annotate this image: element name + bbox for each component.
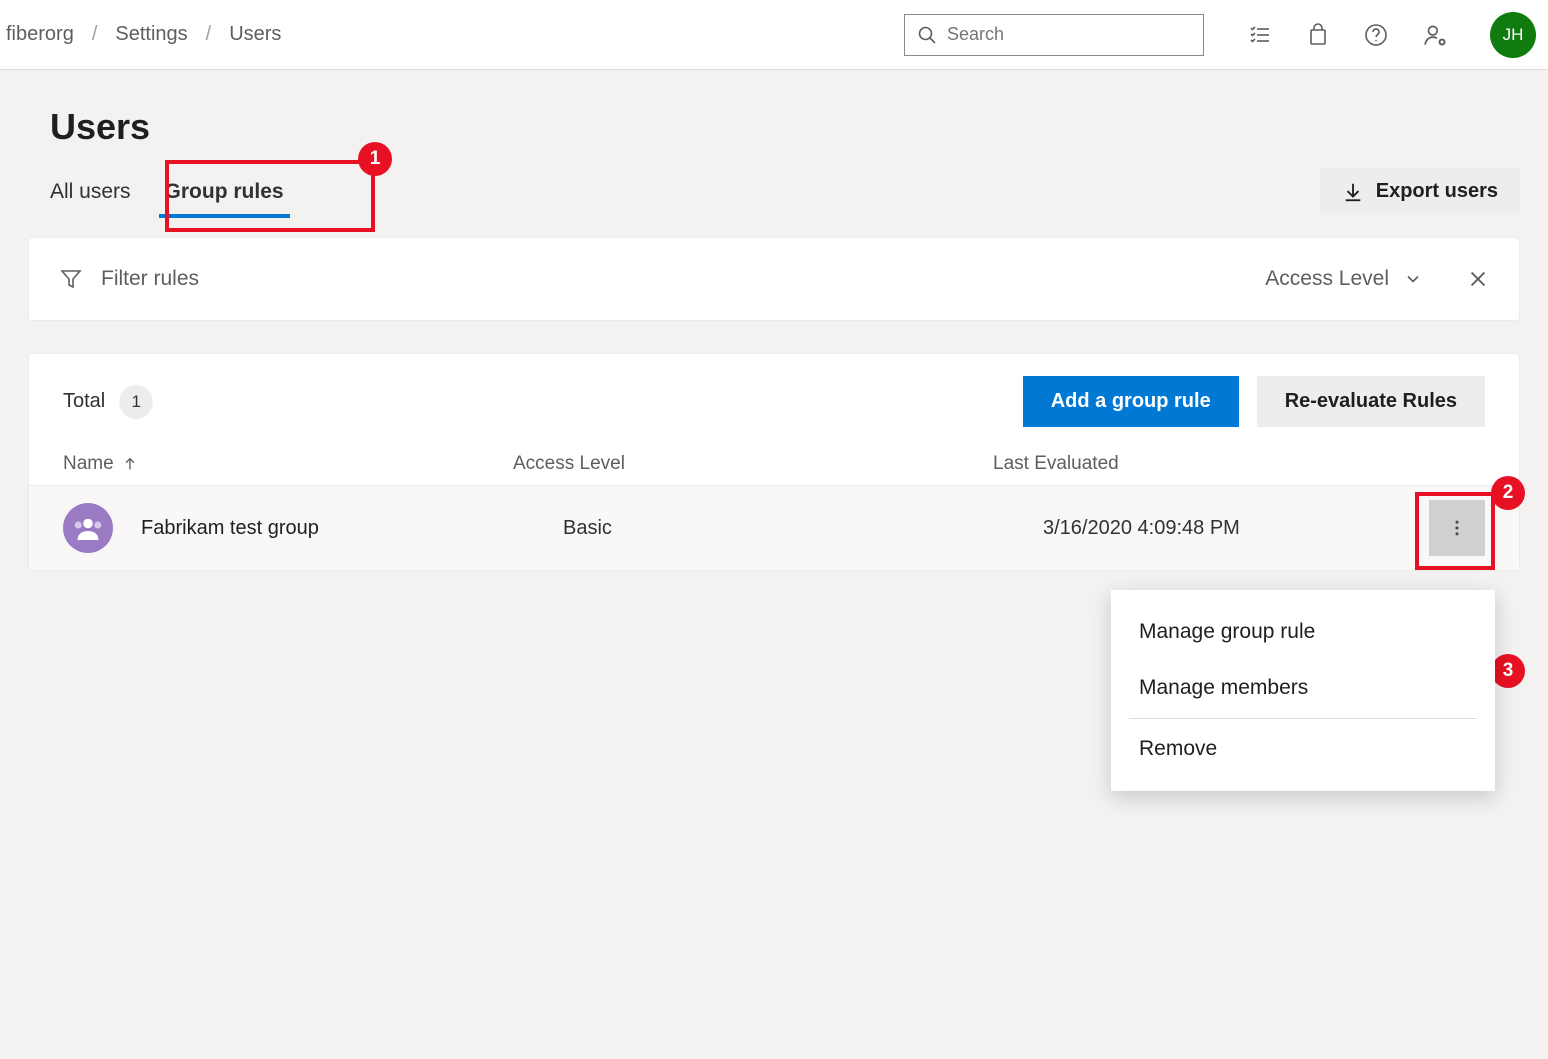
export-users-button[interactable]: Export users	[1320, 168, 1520, 215]
search-box[interactable]	[904, 14, 1204, 56]
annotation-badge-3: 3	[1491, 654, 1525, 688]
context-menu: Manage group rule Manage members Remove	[1111, 590, 1495, 791]
shopping-bag-icon[interactable]	[1306, 23, 1330, 47]
column-last-evaluated[interactable]: Last Evaluated	[993, 453, 1485, 475]
menu-manage-group-rule[interactable]: Manage group rule	[1111, 604, 1495, 660]
avatar[interactable]: JH	[1490, 12, 1536, 58]
breadcrumb-users[interactable]: Users	[229, 23, 281, 46]
close-icon[interactable]	[1467, 268, 1489, 290]
tab-all-users[interactable]: All users	[50, 170, 131, 214]
table-row[interactable]: Fabrikam test group Basic 3/16/2020 4:09…	[29, 486, 1519, 570]
more-vertical-icon	[1447, 518, 1467, 538]
breadcrumb-settings[interactable]: Settings	[115, 23, 187, 46]
filter-placeholder: Filter rules	[101, 267, 199, 291]
column-name[interactable]: Name	[63, 453, 513, 475]
breadcrumb-org[interactable]: fiberorg	[6, 23, 74, 46]
add-group-rule-button[interactable]: Add a group rule	[1023, 376, 1239, 427]
column-name-label: Name	[63, 453, 114, 475]
row-access-level: Basic	[563, 517, 1043, 540]
breadcrumb-separator: /	[92, 23, 98, 46]
search-input[interactable]	[947, 24, 1191, 45]
user-settings-icon[interactable]	[1422, 22, 1448, 48]
page-title: Users	[50, 106, 1520, 148]
column-access-level[interactable]: Access Level	[513, 453, 993, 475]
total-badge: 1	[119, 385, 153, 419]
menu-separator	[1129, 718, 1477, 719]
table-header: Name Access Level Last Evaluated	[29, 445, 1519, 486]
breadcrumb: fiberorg / Settings / Users	[0, 23, 281, 46]
group-rules-card: Total 1 Add a group rule Re-evaluate Rul…	[28, 353, 1520, 571]
help-icon[interactable]	[1364, 23, 1388, 47]
export-users-label: Export users	[1376, 180, 1498, 203]
download-icon	[1342, 181, 1364, 203]
sort-asc-icon	[122, 456, 138, 472]
top-icons	[1248, 22, 1448, 48]
filter-icon	[59, 267, 83, 291]
group-avatar-icon	[63, 503, 113, 553]
main-area: Users All users Group rules Export users…	[0, 70, 1548, 1059]
card-header: Total 1 Add a group rule Re-evaluate Rul…	[29, 354, 1519, 445]
more-actions-button[interactable]	[1429, 500, 1485, 556]
row-last-evaluated: 3/16/2020 4:09:48 PM	[1043, 517, 1429, 540]
list-icon[interactable]	[1248, 23, 1272, 47]
menu-manage-members[interactable]: Manage members	[1111, 660, 1495, 716]
tabs-row: All users Group rules Export users 1	[50, 168, 1520, 215]
row-group-name: Fabrikam test group	[141, 517, 563, 540]
access-level-dropdown[interactable]: Access Level	[1265, 267, 1423, 291]
filter-bar: Filter rules Access Level	[28, 237, 1520, 321]
search-icon	[917, 25, 937, 45]
chevron-down-icon	[1403, 269, 1423, 289]
total-count: Total 1	[63, 385, 153, 419]
access-level-label: Access Level	[1265, 267, 1389, 291]
top-bar: fiberorg / Settings / Users JH	[0, 0, 1548, 70]
filter-rules-input[interactable]: Filter rules	[59, 267, 199, 291]
reevaluate-rules-button[interactable]: Re-evaluate Rules	[1257, 376, 1485, 427]
tab-group-rules[interactable]: Group rules	[159, 170, 290, 214]
total-label: Total	[63, 390, 105, 413]
menu-remove[interactable]: Remove	[1111, 721, 1495, 777]
breadcrumb-separator: /	[206, 23, 212, 46]
